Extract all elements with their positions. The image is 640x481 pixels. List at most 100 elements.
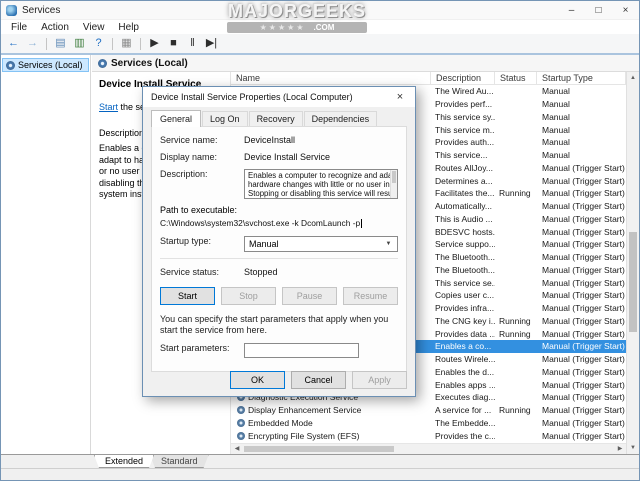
startup-type-select[interactable]: Manual ▼ — [244, 236, 398, 252]
cell-status — [495, 225, 537, 238]
cell-status — [495, 276, 537, 289]
cell-description: Facilitates the... — [431, 187, 495, 200]
column-header-status[interactable]: Status — [495, 72, 537, 84]
cell-description: Routes AllJoy... — [431, 162, 495, 175]
cell-description: A service for ... — [431, 404, 495, 417]
description-textbox[interactable]: Enables a computer to recognize and adap… — [244, 169, 398, 199]
cell-startup-type: Manual (Trigger Start) — [537, 289, 626, 302]
scroll-right-icon[interactable]: ▶ — [614, 444, 626, 454]
service-name-value: DeviceInstall — [244, 135, 295, 146]
cell-description: Executes diag... — [431, 391, 495, 404]
cell-description: Provides data ... — [431, 327, 495, 340]
dialog-close-icon[interactable]: × — [385, 87, 415, 107]
hscroll-thumb[interactable] — [244, 446, 394, 452]
back-icon[interactable]: ← — [5, 35, 22, 52]
service-name-label: Service name: — [160, 135, 244, 146]
table-row[interactable]: Embedded ModeThe Embedde...Manual (Trigg… — [231, 417, 626, 430]
start-parameters-note: You can specify the start parameters tha… — [160, 314, 398, 336]
start-button[interactable]: Start — [160, 287, 215, 305]
cell-description: The CNG key i... — [431, 315, 495, 328]
stop-button[interactable]: Stop — [221, 287, 276, 305]
cell-status — [495, 340, 537, 353]
maximize-button[interactable]: □ — [585, 1, 612, 20]
dialog-tab-recovery[interactable]: Recovery — [249, 111, 303, 126]
cell-status — [495, 111, 537, 124]
apply-button[interactable]: Apply — [352, 371, 407, 389]
cell-status — [495, 213, 537, 226]
minimize-button[interactable]: – — [558, 1, 585, 20]
cancel-button[interactable]: Cancel — [291, 371, 346, 389]
column-header-desc[interactable]: Description — [431, 72, 495, 84]
service-gear-icon — [237, 419, 245, 427]
scroll-left-icon[interactable]: ◀ — [231, 444, 243, 454]
cell-description: This is Audio ... — [431, 213, 495, 226]
column-header-startup[interactable]: Startup Type — [537, 72, 626, 84]
menu-action[interactable]: Action — [34, 22, 76, 33]
start-parameters-input[interactable] — [244, 343, 359, 358]
cell-status — [495, 174, 537, 187]
extended-view-icon[interactable]: ▦ — [118, 35, 135, 52]
cell-startup-type: Manual (Trigger Start) — [537, 340, 626, 353]
pause-service-icon[interactable]: ‖ — [184, 35, 201, 52]
cell-description: The Bluetooth... — [431, 264, 495, 277]
cell-description: Enables a co... — [431, 340, 495, 353]
separator — [112, 38, 113, 50]
cell-startup-type: Manual (Trigger Start) — [537, 213, 626, 226]
description-scrollbar-thumb[interactable] — [392, 171, 396, 183]
pause-button[interactable]: Pause — [282, 287, 337, 305]
vscroll-thumb[interactable] — [629, 232, 637, 331]
cell-description: The Embedde... — [431, 417, 495, 430]
menu-view[interactable]: View — [76, 22, 112, 33]
cell-status — [495, 417, 537, 430]
stop-service-icon[interactable]: ■ — [165, 35, 182, 52]
vertical-scrollbar[interactable]: ▲ ▼ — [626, 72, 639, 454]
description-scrollbar[interactable] — [390, 170, 397, 198]
cell-description: Routes Wirele... — [431, 353, 495, 366]
cell-name: Display Enhancement Service — [231, 404, 431, 417]
menu-file[interactable]: File — [4, 22, 34, 33]
help-icon[interactable]: ? — [90, 35, 107, 52]
horizontal-scrollbar[interactable]: ◀ ▶ — [231, 443, 626, 454]
column-header-name[interactable]: Name — [231, 72, 431, 84]
show-console-tree-icon[interactable]: ▤ — [52, 35, 69, 52]
menu-help[interactable]: Help — [111, 22, 146, 33]
resume-button[interactable]: Resume — [343, 287, 398, 305]
service-control-buttons: Start Stop Pause Resume — [160, 287, 398, 305]
text-caret — [361, 219, 362, 228]
dialog-tab-log-on[interactable]: Log On — [202, 111, 248, 126]
restart-service-icon[interactable]: ▶| — [203, 35, 220, 52]
cell-startup-type: Manual (Trigger Start) — [537, 174, 626, 187]
scroll-up-icon[interactable]: ▲ — [627, 72, 639, 84]
services-app-icon — [6, 5, 17, 16]
services-window: Services – □ × MAJORGEEKS ★★★★★ .COM Fil… — [0, 0, 640, 481]
close-button[interactable]: × — [612, 1, 639, 20]
cell-description: Copies user c... — [431, 289, 495, 302]
cell-startup-type: Manual (Trigger Start) — [537, 162, 626, 175]
chevron-down-icon: ▼ — [382, 237, 395, 251]
dialog-tab-general[interactable]: General — [151, 110, 201, 127]
table-row[interactable]: Encrypting File System (EFS)Provides the… — [231, 429, 626, 442]
forward-icon[interactable]: → — [24, 35, 41, 52]
list-column-headers: NameDescriptionStatusStartup Type — [231, 72, 626, 85]
cell-startup-type: Manual (Trigger Start) — [537, 366, 626, 379]
cell-startup-type: Manual (Trigger Start) — [537, 200, 626, 213]
cell-status — [495, 98, 537, 111]
tree-item-services-local[interactable]: Services (Local) — [2, 58, 89, 72]
export-list-icon[interactable]: ▥ — [71, 35, 88, 52]
view-tab-standard[interactable]: Standard — [150, 455, 209, 468]
cell-status — [495, 289, 537, 302]
cell-startup-type: Manual (Trigger Start) — [537, 404, 626, 417]
dialog-tab-dependencies[interactable]: Dependencies — [304, 111, 378, 126]
table-row[interactable]: Display Enhancement ServiceA service for… — [231, 404, 626, 417]
cell-startup-type: Manual — [537, 98, 626, 111]
start-service-icon[interactable]: ▶ — [146, 35, 163, 52]
view-tab-extended[interactable]: Extended — [94, 455, 154, 468]
cell-startup-type: Manual (Trigger Start) — [537, 187, 626, 200]
scroll-down-icon[interactable]: ▼ — [627, 442, 639, 454]
start-service-link[interactable]: Start — [99, 102, 118, 112]
gear-icon — [98, 59, 107, 68]
cell-name: Encrypting File System (EFS) — [231, 429, 431, 442]
watermark-stars: ★★★★★ — [260, 23, 306, 32]
cell-description: Determines a... — [431, 174, 495, 187]
ok-button[interactable]: OK — [230, 371, 285, 389]
